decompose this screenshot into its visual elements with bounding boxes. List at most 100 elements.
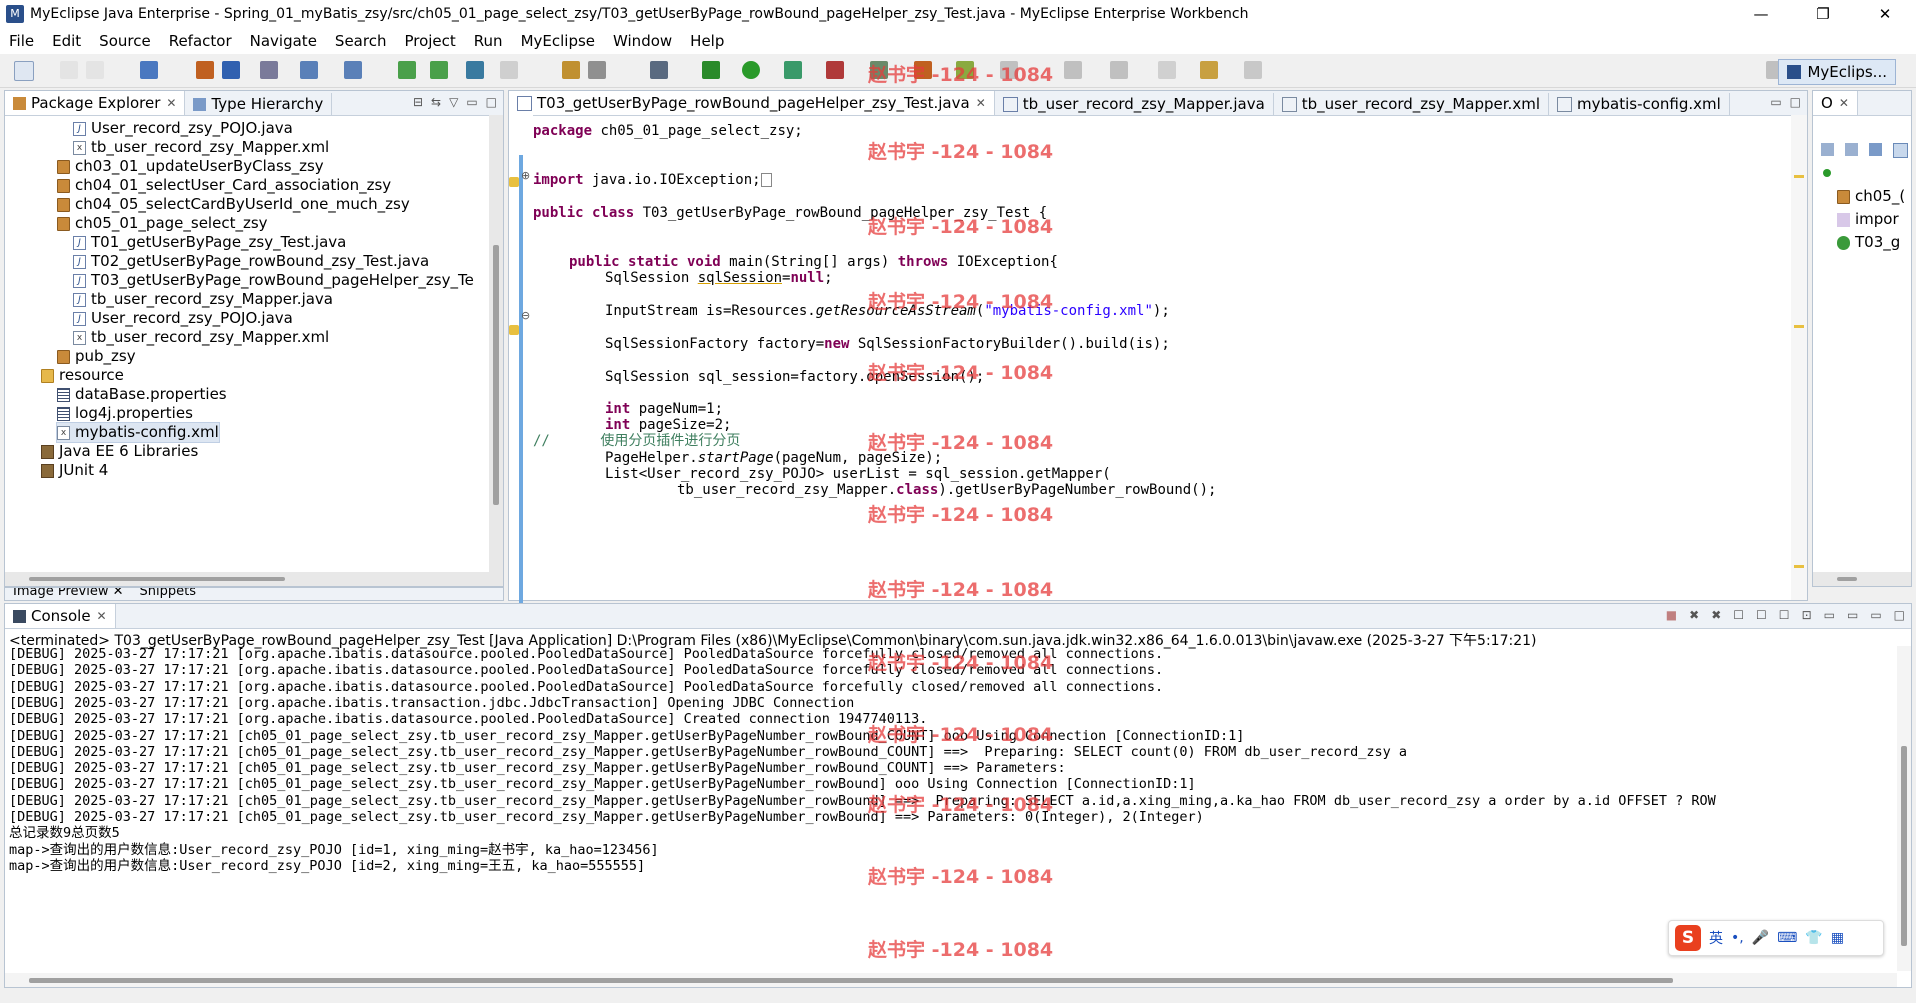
menu-project[interactable]: Project xyxy=(395,32,464,50)
menu-search[interactable]: Search xyxy=(326,32,396,50)
scrollbar-thumb[interactable] xyxy=(1837,577,1857,581)
maximize-button[interactable]: ❐ xyxy=(1792,0,1854,28)
tree-item[interactable]: JUnit 4 xyxy=(41,461,108,480)
pin-console-icon[interactable]: ⊡ xyxy=(1802,608,1812,622)
open-type-icon[interactable] xyxy=(398,61,416,79)
editor-tab-mapper-java[interactable]: tb_user_record_zsy_Mapper.java xyxy=(995,93,1274,115)
outline-item-imports[interactable]: impor xyxy=(1837,210,1899,229)
outline-item-class[interactable]: T03_g xyxy=(1837,233,1900,252)
warning-overview-marker[interactable] xyxy=(1794,325,1804,328)
tree-item[interactable]: User_record_zsy_POJO.java xyxy=(73,309,293,328)
scrollbar-thumb[interactable] xyxy=(29,577,285,581)
console-horizontal-scrollbar[interactable] xyxy=(5,973,1897,987)
menu-file[interactable]: File xyxy=(0,32,43,50)
minimize-view-icon[interactable]: ▭ xyxy=(1870,608,1881,622)
debug-config-icon[interactable] xyxy=(300,61,318,79)
tree-item[interactable]: tb_user_record_zsy_Mapper.xml xyxy=(73,328,329,347)
word-wrap-icon[interactable]: ☐ xyxy=(1779,608,1790,622)
ime-punctuation[interactable]: •, xyxy=(1731,930,1744,946)
warning-overview-marker[interactable] xyxy=(1794,175,1804,178)
menu-help[interactable]: Help xyxy=(681,32,733,50)
save-all-icon[interactable] xyxy=(86,61,104,79)
tree-item[interactable]: tb_user_record_zsy_Mapper.java xyxy=(73,290,333,309)
scroll-lock-icon[interactable]: ☐ xyxy=(1756,608,1767,622)
hide-static-icon[interactable] xyxy=(1893,143,1908,158)
maximize-view-icon[interactable]: □ xyxy=(486,95,497,109)
close-icon[interactable]: ✕ xyxy=(976,96,986,110)
web-browser-icon[interactable] xyxy=(466,61,484,79)
next-annotation-icon[interactable] xyxy=(1064,61,1082,79)
horizontal-scrollbar[interactable] xyxy=(5,572,503,586)
new-icon[interactable] xyxy=(14,61,34,81)
close-icon[interactable]: ✕ xyxy=(166,96,176,110)
tree-item[interactable]: log4j.properties xyxy=(57,404,193,423)
view-menu-icon[interactable]: ▽ xyxy=(449,95,458,109)
tree-item[interactable]: ch05_01_page_select_zsy xyxy=(57,214,268,233)
fold-expand-icon[interactable]: ⊕ xyxy=(521,169,530,182)
close-icon[interactable]: ✕ xyxy=(1839,96,1849,110)
menu-window[interactable]: Window xyxy=(604,32,681,50)
tab-outline[interactable]: O ✕ xyxy=(1813,91,1858,115)
prev-annotation-icon[interactable] xyxy=(1110,61,1128,79)
sort-icon[interactable] xyxy=(1845,143,1858,156)
console-vertical-scrollbar[interactable] xyxy=(1897,646,1911,971)
menu-edit[interactable]: Edit xyxy=(43,32,90,50)
open-console-icon[interactable] xyxy=(650,61,668,79)
run-icon[interactable] xyxy=(742,61,760,79)
minimize-view-icon[interactable]: ▭ xyxy=(1770,95,1781,109)
tree-item[interactable]: User_record_zsy_POJO.java xyxy=(73,119,293,138)
remove-launch-icon[interactable]: ✖ xyxy=(1689,608,1699,622)
tab-image-preview[interactable]: Image Preview ✕ xyxy=(5,588,132,600)
outline-item-package[interactable]: ch05_( xyxy=(1837,187,1905,206)
clear-console-icon[interactable]: ☐ xyxy=(1733,608,1744,622)
scrollbar-thumb[interactable] xyxy=(493,245,499,505)
fold-collapse-icon[interactable]: ⊖ xyxy=(521,309,530,322)
server-icon[interactable] xyxy=(196,61,214,79)
hide-fields-icon[interactable] xyxy=(1869,143,1882,156)
microphone-icon[interactable]: 🎤 xyxy=(1752,930,1769,946)
run-last-tool-icon[interactable] xyxy=(784,61,802,79)
tree-item[interactable]: dataBase.properties xyxy=(57,385,227,404)
tree-item[interactable]: mybatis-config.xml xyxy=(56,422,220,443)
back-icon[interactable] xyxy=(1200,61,1218,79)
minimize-view-icon[interactable]: ▭ xyxy=(466,95,477,109)
scrollbar-thumb[interactable] xyxy=(29,978,1673,983)
warning-overview-marker[interactable] xyxy=(1794,565,1804,568)
tab-type-hierarchy[interactable]: Type Hierarchy xyxy=(185,93,333,115)
new-wizard-icon[interactable] xyxy=(140,61,158,79)
vertical-scrollbar[interactable] xyxy=(489,115,503,572)
forward-icon[interactable] xyxy=(1244,61,1262,79)
public-member-icon[interactable] xyxy=(1823,169,1831,177)
tree-item[interactable]: ch04_01_selectUser_Card_association_zsy xyxy=(57,176,391,195)
editor-tab-t03-test[interactable]: T03_getUserByPage_rowBound_pageHelper_zs… xyxy=(509,91,995,115)
tree-item[interactable]: T01_getUserByPage_zsy_Test.java xyxy=(73,233,346,252)
tab-snippets[interactable]: Snippets xyxy=(132,588,204,600)
myeclipse-perspective-button[interactable]: MyEclips... xyxy=(1778,59,1896,85)
horizontal-scrollbar[interactable] xyxy=(1813,572,1911,586)
menu-navigate[interactable]: Navigate xyxy=(241,32,326,50)
tree-item[interactable]: Java EE 6 Libraries xyxy=(41,442,198,461)
menu-refactor[interactable]: Refactor xyxy=(160,32,241,50)
keyboard-icon[interactable]: ⌨ xyxy=(1777,930,1797,946)
tree-item[interactable]: T03_getUserByPage_rowBound_pageHelper_zs… xyxy=(73,271,474,290)
deploy-icon[interactable] xyxy=(222,61,240,79)
warning-marker-icon[interactable] xyxy=(509,325,519,335)
terminate-icon[interactable]: ■ xyxy=(1666,608,1677,622)
code-editor[interactable]: package ch05_01_page_select_zsy; import … xyxy=(533,115,1789,600)
close-window-button[interactable]: ✕ xyxy=(1854,0,1916,28)
coverage-icon[interactable] xyxy=(826,61,844,79)
remove-all-launches-icon[interactable]: ✖ xyxy=(1711,608,1721,622)
close-icon[interactable]: ✕ xyxy=(113,588,124,599)
tree-item[interactable]: resource xyxy=(41,366,124,385)
skin-icon[interactable]: 👕 xyxy=(1805,930,1822,946)
back-nav-icon[interactable] xyxy=(500,61,518,79)
editor-tab-mapper-xml[interactable]: tb_user_record_zsy_Mapper.xml xyxy=(1274,93,1549,115)
tree-item[interactable]: T02_getUserByPage_rowBound_zsy_Test.java xyxy=(73,252,429,271)
overview-ruler[interactable] xyxy=(1791,115,1807,600)
link-editor-icon[interactable]: ⇆ xyxy=(431,95,441,109)
collapse-all-icon[interactable]: ⊟ xyxy=(413,95,423,109)
scrollbar-thumb[interactable] xyxy=(1901,746,1907,946)
ime-mode[interactable]: 英 xyxy=(1709,928,1723,948)
close-icon[interactable]: ✕ xyxy=(97,609,107,623)
collapsed-block-marker[interactable] xyxy=(760,173,772,187)
